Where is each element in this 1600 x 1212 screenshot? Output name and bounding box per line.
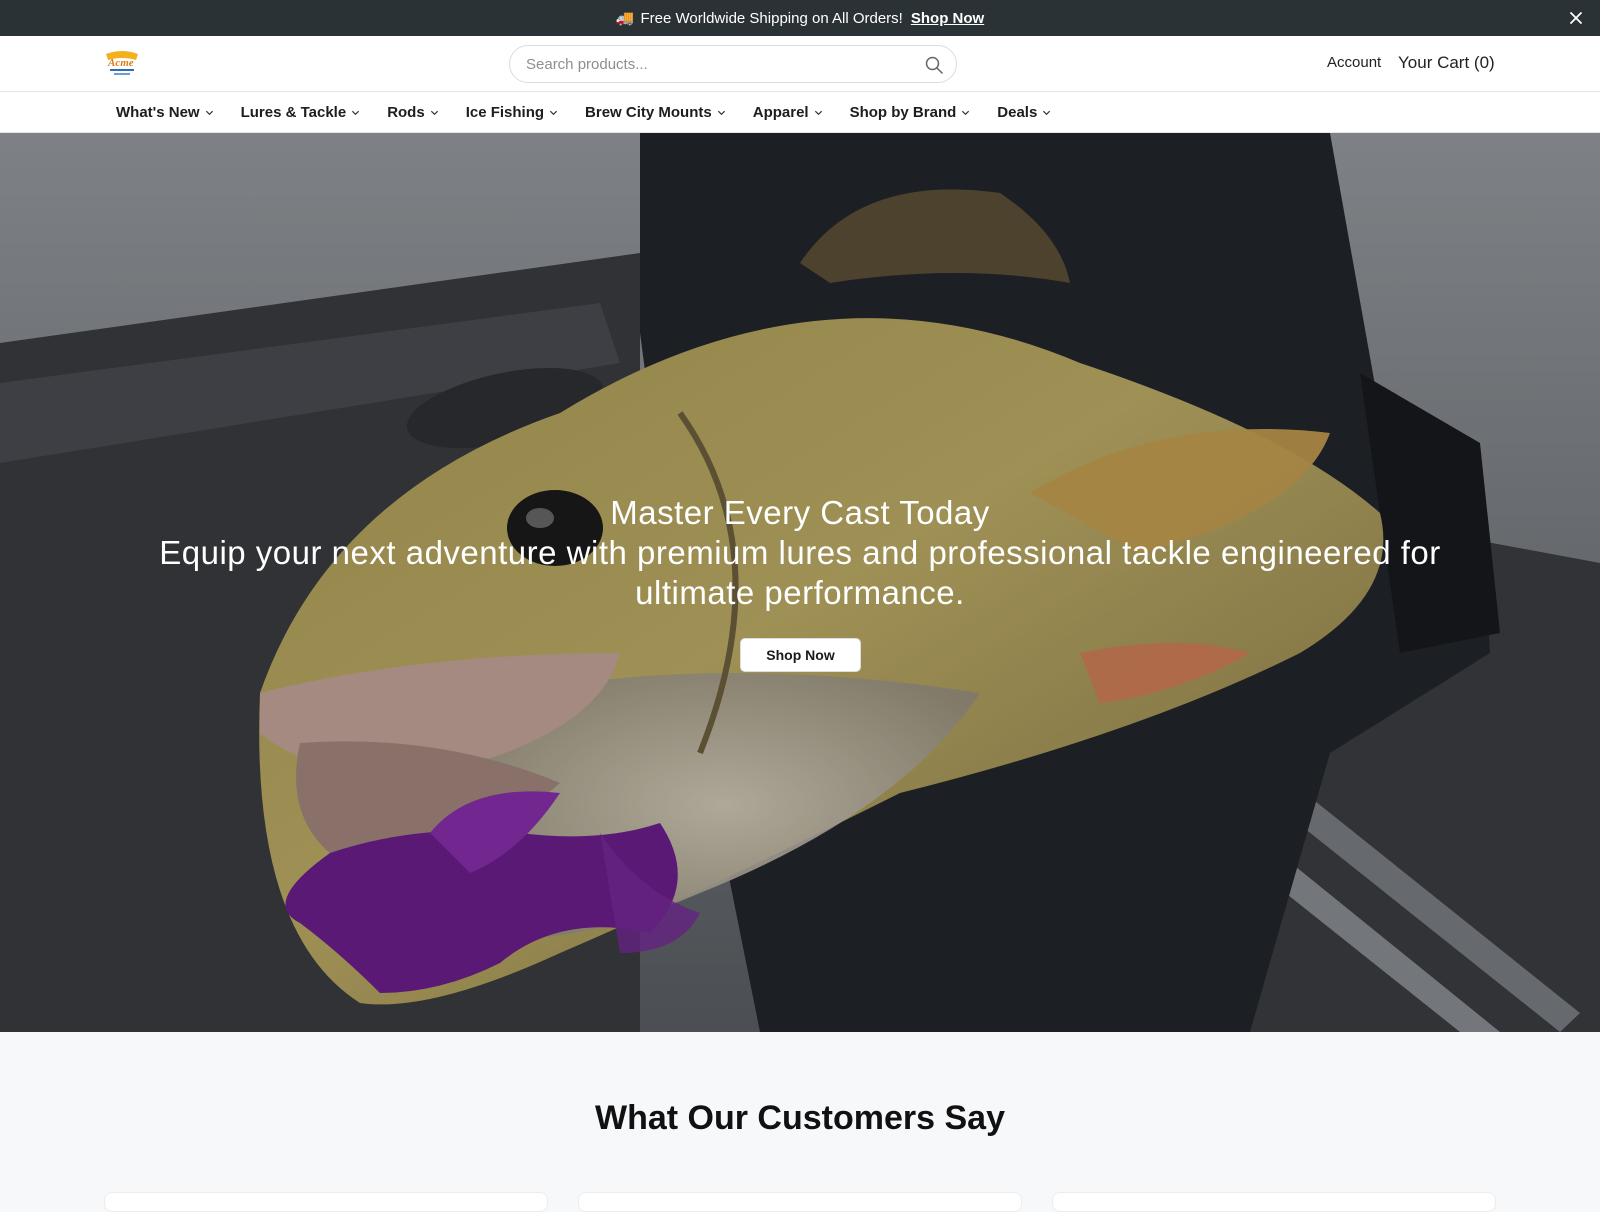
nav-item-label: Rods: [387, 103, 425, 121]
nav-item-label: Lures & Tackle: [240, 103, 347, 121]
nav-item-brew-city-mounts[interactable]: Brew City Mounts: [585, 104, 726, 121]
testimonials-section: What Our Customers Say: [0, 1032, 1600, 1212]
cart-link[interactable]: Your Cart (0): [1398, 53, 1495, 73]
chevron-down-icon: [549, 110, 558, 115]
close-icon[interactable]: [1566, 8, 1586, 28]
search-icon[interactable]: [924, 55, 944, 75]
hero-shop-now-button[interactable]: Shop Now: [740, 638, 861, 672]
logo[interactable]: Acme: [104, 48, 140, 78]
testimonial-card: [104, 1192, 548, 1212]
search-input[interactable]: [526, 46, 906, 82]
nav-item-apparel[interactable]: Apparel: [753, 104, 823, 121]
nav-item-label: Ice Fishing: [465, 103, 545, 121]
main-nav: What's New Lures & Tackle Rods Ice Fishi…: [0, 92, 1600, 133]
svg-text:Acme: Acme: [107, 57, 134, 69]
nav-item-rods[interactable]: Rods: [387, 104, 439, 121]
truck-icon: 🚚: [615, 10, 635, 27]
nav-item-ice-fishing[interactable]: Ice Fishing: [466, 104, 558, 121]
testimonials-title: What Our Customers Say: [595, 1099, 1005, 1137]
account-link[interactable]: Account: [1327, 54, 1381, 71]
announcement-bar: 🚚 Free Worldwide Shipping on All Orders!…: [0, 0, 1600, 36]
nav-item-whats-new[interactable]: What's New: [116, 104, 214, 121]
nav-item-label: Apparel: [752, 103, 809, 121]
announcement-shop-now-link[interactable]: Shop Now: [911, 10, 984, 27]
search-bar: [509, 45, 957, 83]
chevron-down-icon: [962, 110, 970, 115]
chevron-down-icon: [352, 110, 360, 115]
nav-item-label: Brew City Mounts: [585, 103, 712, 121]
nav-item-label: Deals: [997, 103, 1038, 121]
hero-title: Master Every Cast Today: [610, 494, 990, 531]
nav-item-lures-tackle[interactable]: Lures & Tackle: [241, 104, 361, 121]
nav-item-deals[interactable]: Deals: [997, 104, 1051, 121]
testimonial-card: [1052, 1192, 1496, 1212]
nav-item-label: What's New: [116, 103, 200, 121]
site-header: Acme Account Your Cart (0): [0, 36, 1600, 92]
hero-banner: Master Every Cast Today Equip your next …: [0, 133, 1600, 1032]
nav-item-shop-by-brand[interactable]: Shop by Brand: [850, 104, 971, 121]
hero-subtitle: Equip your next adventure with premium l…: [159, 534, 1441, 611]
chevron-down-icon: [717, 110, 725, 115]
testimonial-card: [578, 1192, 1022, 1212]
chevron-down-icon: [814, 110, 822, 115]
chevron-down-icon: [1043, 110, 1051, 115]
nav-item-label: Shop by Brand: [849, 103, 957, 121]
hero-text: Master Every Cast Today Equip your next …: [0, 493, 1600, 613]
announcement-text: Free Worldwide Shipping on All Orders!: [640, 9, 903, 27]
chevron-down-icon: [205, 110, 213, 115]
chevron-down-icon: [430, 110, 438, 115]
